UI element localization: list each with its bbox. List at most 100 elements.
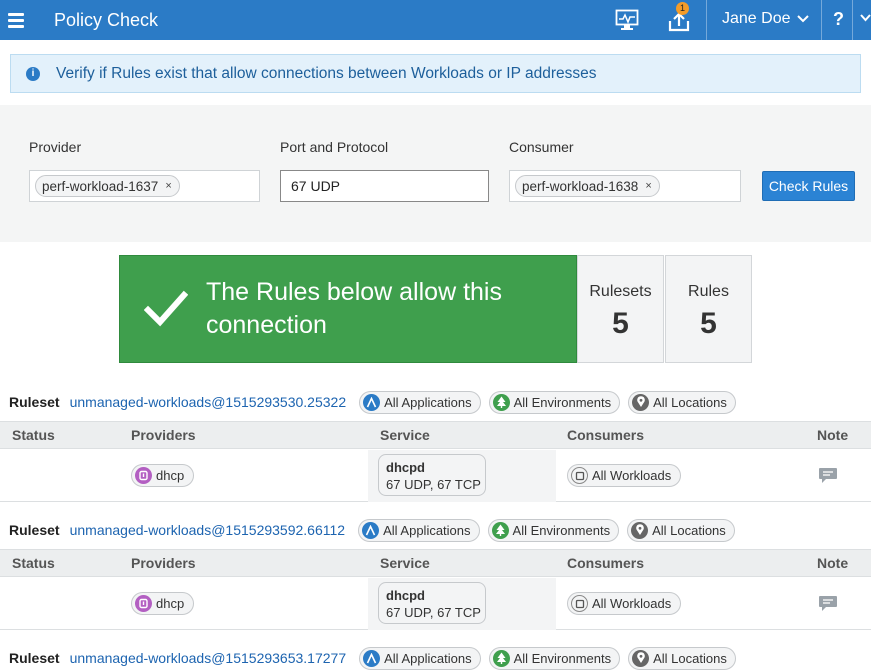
column-service: Service — [380, 427, 430, 443]
checkmark-icon — [144, 290, 188, 327]
location-icon — [632, 649, 650, 667]
policy-check-form: Provider perf-workload-1637 × Port and P… — [0, 105, 871, 242]
consumer-label: All Workloads — [592, 468, 672, 483]
scope-label: All Locations — [653, 650, 727, 666]
ruleset-header: Ruleset unmanaged-workloads@1515293530.2… — [0, 389, 871, 415]
chip-label: perf-workload-1637 — [42, 178, 159, 194]
rulesets-stat: Rulesets 5 — [577, 255, 664, 363]
scope-environments: All Environments — [487, 518, 620, 542]
scope-applications: All Applications — [358, 518, 480, 542]
service-name: dhcpd — [386, 460, 425, 475]
user-name: Jane Doe — [722, 10, 791, 27]
scope-label: All Applications — [384, 394, 472, 410]
chevron-down-icon — [796, 15, 809, 23]
port-value: 67 UDP — [291, 178, 341, 194]
check-rules-button[interactable]: Check Rules — [762, 171, 855, 201]
close-icon[interactable]: × — [645, 180, 651, 192]
column-providers: Providers — [131, 555, 196, 571]
result-banner: The Rules below allow this connection — [119, 255, 577, 363]
upload-button[interactable]: 1 — [667, 2, 691, 32]
scope-label: All Applications — [384, 650, 472, 666]
column-consumers: Consumers — [567, 427, 645, 443]
scope-label: All Locations — [652, 522, 726, 538]
scope-label: All Environments — [513, 650, 612, 666]
scope-label: All Environments — [512, 522, 611, 538]
application-icon — [362, 521, 380, 539]
environment-icon — [491, 521, 509, 539]
provider-pill: dhcp — [131, 592, 195, 615]
scope-locations: All Locations — [627, 518, 735, 542]
notification-badge: 1 — [676, 2, 689, 15]
service-ports: 67 UDP, 67 TCP — [386, 605, 481, 620]
top-bar: Policy Check 1 Jane Doe ? — [0, 0, 871, 40]
chevron-down-icon[interactable] — [860, 14, 871, 22]
workloads-icon — [571, 595, 588, 612]
comment-icon[interactable] — [818, 467, 838, 485]
help-button[interactable]: ? — [833, 9, 844, 30]
scope-applications: All Applications — [359, 646, 481, 670]
result-message: The Rules below allow this connection — [206, 278, 502, 339]
table-row: dhcp dhcpd 67 UDP, 67 TCP All Workloads — [0, 450, 871, 502]
port-protocol-input[interactable]: 67 UDP — [280, 170, 489, 202]
comment-icon[interactable] — [818, 595, 838, 613]
application-icon — [363, 649, 381, 667]
rules-label: Rules — [688, 283, 729, 300]
monitor-icon[interactable] — [615, 9, 639, 31]
ruleset-link[interactable]: unmanaged-workloads@1515293592.66112 — [70, 522, 346, 538]
scope-environments: All Environments — [488, 646, 621, 670]
provider-label: dhcp — [156, 596, 185, 611]
service-role-icon — [135, 595, 152, 612]
info-icon: i — [26, 66, 40, 81]
provider-label: dhcp — [156, 468, 185, 483]
provider-pill: dhcp — [131, 464, 195, 487]
divider — [821, 0, 822, 40]
divider — [706, 0, 707, 40]
ruleset-label: Ruleset — [9, 394, 60, 410]
ruleset-link[interactable]: unmanaged-workloads@1515293530.25322 — [70, 394, 347, 410]
ruleset-link[interactable]: unmanaged-workloads@1515293653.17277 — [70, 650, 347, 666]
close-icon[interactable]: × — [165, 180, 171, 192]
table-header: Status Providers Service Consumers Note — [0, 549, 871, 577]
table-row: dhcp dhcpd 67 UDP, 67 TCP All Workloads — [0, 578, 871, 630]
consumer-label: All Workloads — [592, 596, 672, 611]
scope-locations: All Locations — [628, 390, 736, 414]
column-note: Note — [817, 427, 849, 443]
service-pill: dhcpd 67 UDP, 67 TCP — [378, 582, 486, 624]
rules-stat: Rules 5 — [665, 255, 752, 363]
service-cell: dhcpd 67 UDP, 67 TCP — [368, 578, 556, 630]
consumer-chip: perf-workload-1638 × — [515, 175, 660, 197]
environment-icon — [492, 393, 510, 411]
workloads-icon — [571, 467, 588, 484]
column-status: Status — [12, 555, 55, 571]
scope-label: All Environments — [513, 394, 612, 410]
scope-label: All Locations — [653, 394, 727, 410]
consumer-input[interactable]: perf-workload-1638 × — [509, 170, 741, 202]
ruleset-header: Ruleset unmanaged-workloads@1515293592.6… — [0, 517, 871, 543]
ruleset-header: Ruleset unmanaged-workloads@1515293653.1… — [0, 645, 871, 671]
column-service: Service — [380, 555, 430, 571]
location-icon — [632, 393, 650, 411]
page-title: Policy Check — [54, 9, 159, 30]
column-providers: Providers — [131, 427, 196, 443]
rulesets-label: Rulesets — [589, 283, 652, 300]
provider-input[interactable]: perf-workload-1637 × — [29, 170, 260, 202]
ruleset-label: Ruleset — [9, 650, 60, 666]
service-pill: dhcpd 67 UDP, 67 TCP — [378, 454, 486, 496]
info-text: Verify if Rules exist that allow connect… — [56, 64, 597, 82]
hamburger-icon[interactable] — [8, 12, 24, 28]
consumer-pill: All Workloads — [567, 464, 682, 487]
column-note: Note — [817, 555, 849, 571]
application-icon — [363, 393, 381, 411]
scope-environments: All Environments — [488, 390, 621, 414]
rulesets-count: 5 — [612, 307, 629, 340]
consumer-pill: All Workloads — [567, 592, 682, 615]
service-ports: 67 UDP, 67 TCP — [386, 477, 481, 492]
table-header: Status Providers Service Consumers Note — [0, 421, 871, 449]
location-icon — [631, 521, 649, 539]
ruleset-label: Ruleset — [9, 522, 60, 538]
environment-icon — [492, 649, 510, 667]
service-role-icon — [135, 467, 152, 484]
consumer-label: Consumer — [509, 139, 574, 155]
divider — [852, 0, 853, 40]
user-menu[interactable]: Jane Doe — [722, 10, 809, 28]
